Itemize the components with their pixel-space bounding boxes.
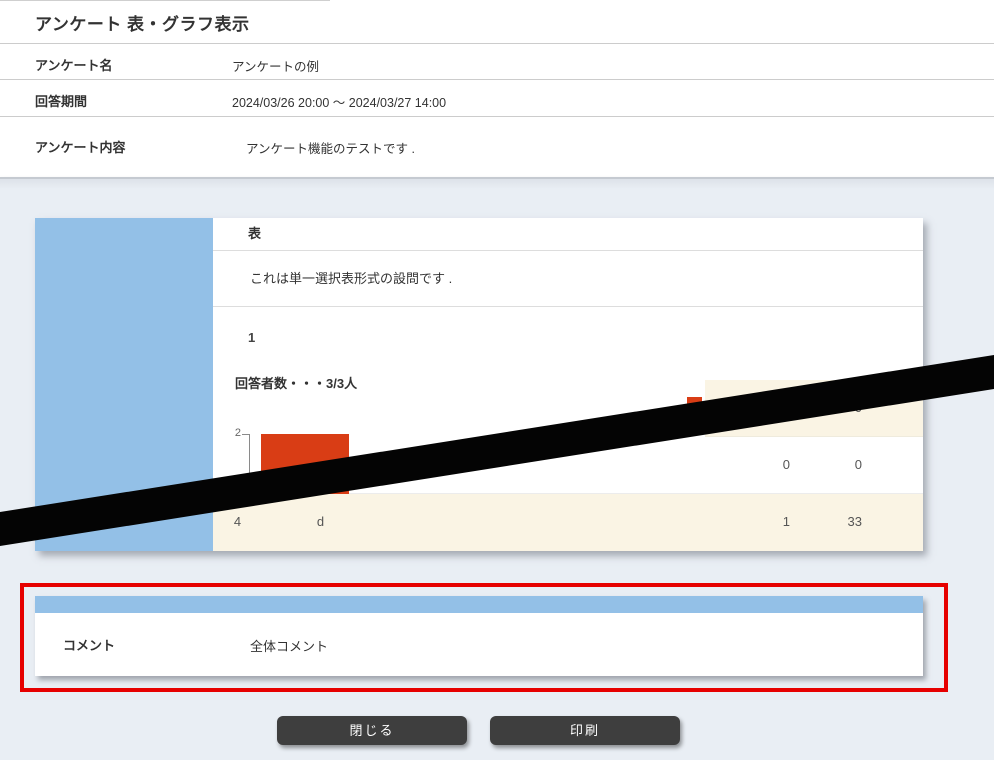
survey-result-panel: 表 これは単一選択表形式の設問です . 1 回答者数・・・3/3人 0 0 0 … bbox=[35, 218, 923, 551]
question-description: これは単一選択表形式の設問です . bbox=[213, 251, 923, 307]
row2-count-value: 0 bbox=[760, 457, 790, 472]
chart-y-axis-tick-label: 2 bbox=[225, 427, 241, 439]
row3-count-value: 1 bbox=[760, 514, 790, 529]
table-row bbox=[705, 380, 923, 437]
comment-label: コメント bbox=[63, 635, 115, 654]
row3-choice-label: d bbox=[308, 514, 333, 529]
field-value-survey-name: アンケートの例 bbox=[232, 56, 319, 75]
row3-percent-value: 33 bbox=[832, 514, 862, 529]
comment-panel: コメント 全体コメント bbox=[35, 596, 923, 676]
divider bbox=[0, 79, 994, 80]
comment-panel-header-bar bbox=[35, 596, 923, 613]
row2-percent-value: 0 bbox=[832, 457, 862, 472]
divider bbox=[0, 43, 994, 44]
field-value-survey-content: アンケート機能のテストです . bbox=[246, 138, 415, 157]
chart-legend-marker-icon bbox=[687, 397, 702, 409]
respondents-count-label: 回答者数・・・3/3人 bbox=[235, 373, 357, 392]
page-title: アンケート 表・グラフ表示 bbox=[35, 10, 250, 35]
top-border-line bbox=[0, 0, 330, 1]
field-label-response-period: 回答期間 bbox=[35, 91, 87, 110]
print-button[interactable]: 印刷 bbox=[490, 716, 680, 745]
question-number: 1 bbox=[248, 330, 255, 345]
row3-number: 4 bbox=[225, 514, 250, 529]
divider bbox=[0, 116, 994, 117]
field-label-survey-content: アンケート内容 bbox=[35, 137, 125, 156]
field-value-response-period: 2024/03/26 20:00 ～ 2024/03/27 14:00 bbox=[232, 92, 446, 111]
close-button[interactable]: 閉じる bbox=[277, 716, 467, 745]
field-label-survey-name: アンケート名 bbox=[35, 55, 112, 74]
comment-value: 全体コメント bbox=[250, 636, 328, 655]
question-sidebar bbox=[35, 218, 213, 551]
comment-panel-body: コメント 全体コメント bbox=[35, 613, 923, 676]
question-type-header: 表 bbox=[213, 218, 923, 251]
chart-bar bbox=[261, 434, 349, 494]
chart-y-axis-line bbox=[249, 434, 250, 494]
comment-highlight-box: コメント 全体コメント bbox=[20, 583, 948, 692]
row1-percent-value: 0 bbox=[832, 400, 862, 415]
